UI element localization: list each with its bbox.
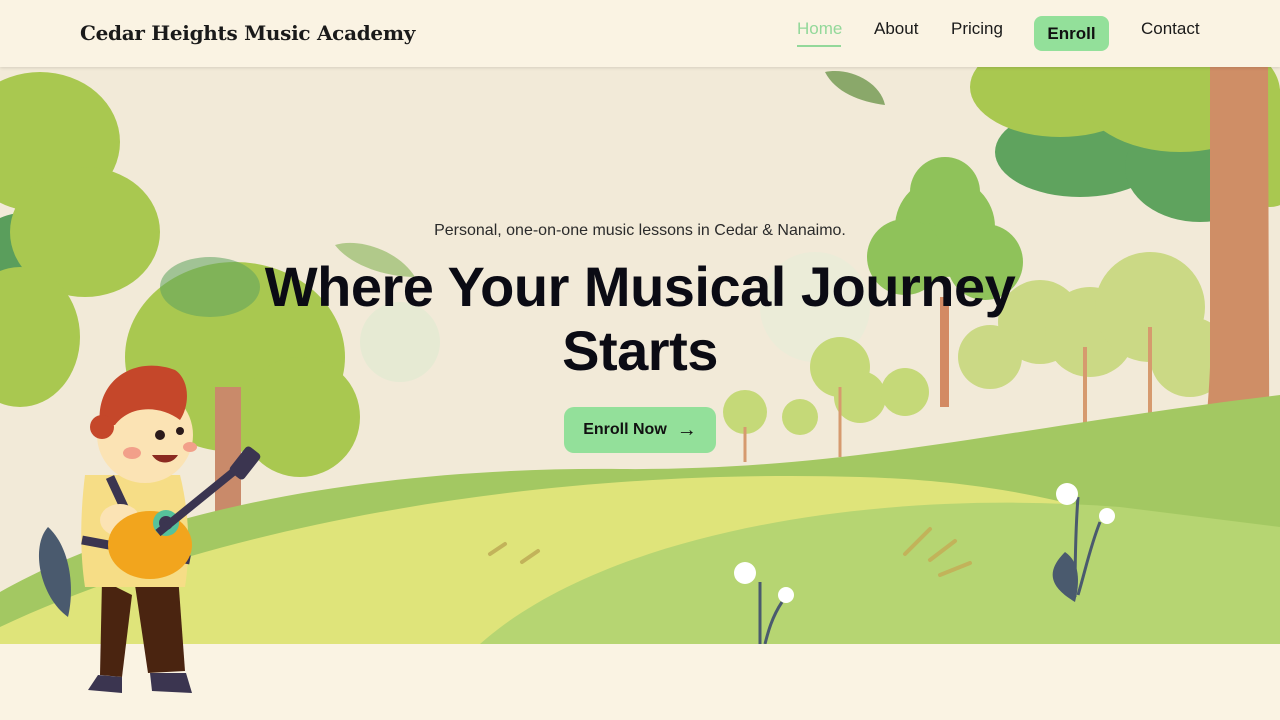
enroll-now-label: Enroll Now [583, 421, 667, 438]
kid-guitar-illustration [81, 365, 261, 693]
nav-link-contact[interactable]: Contact [1141, 19, 1200, 39]
nav-active-underline [797, 45, 841, 47]
navbar: Cedar Heights Music Academy Home About P… [0, 0, 1280, 67]
hero-tagline: Personal, one-on-one music lessons in Ce… [434, 222, 846, 239]
arrow-right-icon: → [676, 419, 697, 441]
hero-headline-line-2: Starts [562, 319, 718, 382]
nav-link-home[interactable]: Home [797, 19, 842, 39]
hero-headline-line-1: Where Your Musical Journey [264, 255, 1016, 318]
enroll-now-button[interactable]: Enroll Now → [564, 407, 716, 453]
nav-link-about[interactable]: About [874, 19, 918, 39]
brand-name[interactable]: Cedar Heights Music Academy [80, 21, 415, 45]
nav-link-pricing[interactable]: Pricing [951, 19, 1003, 39]
nav-enroll-button[interactable]: Enroll [1034, 16, 1109, 51]
hero-headline: Where Your Musical Journey Starts [240, 255, 1040, 383]
